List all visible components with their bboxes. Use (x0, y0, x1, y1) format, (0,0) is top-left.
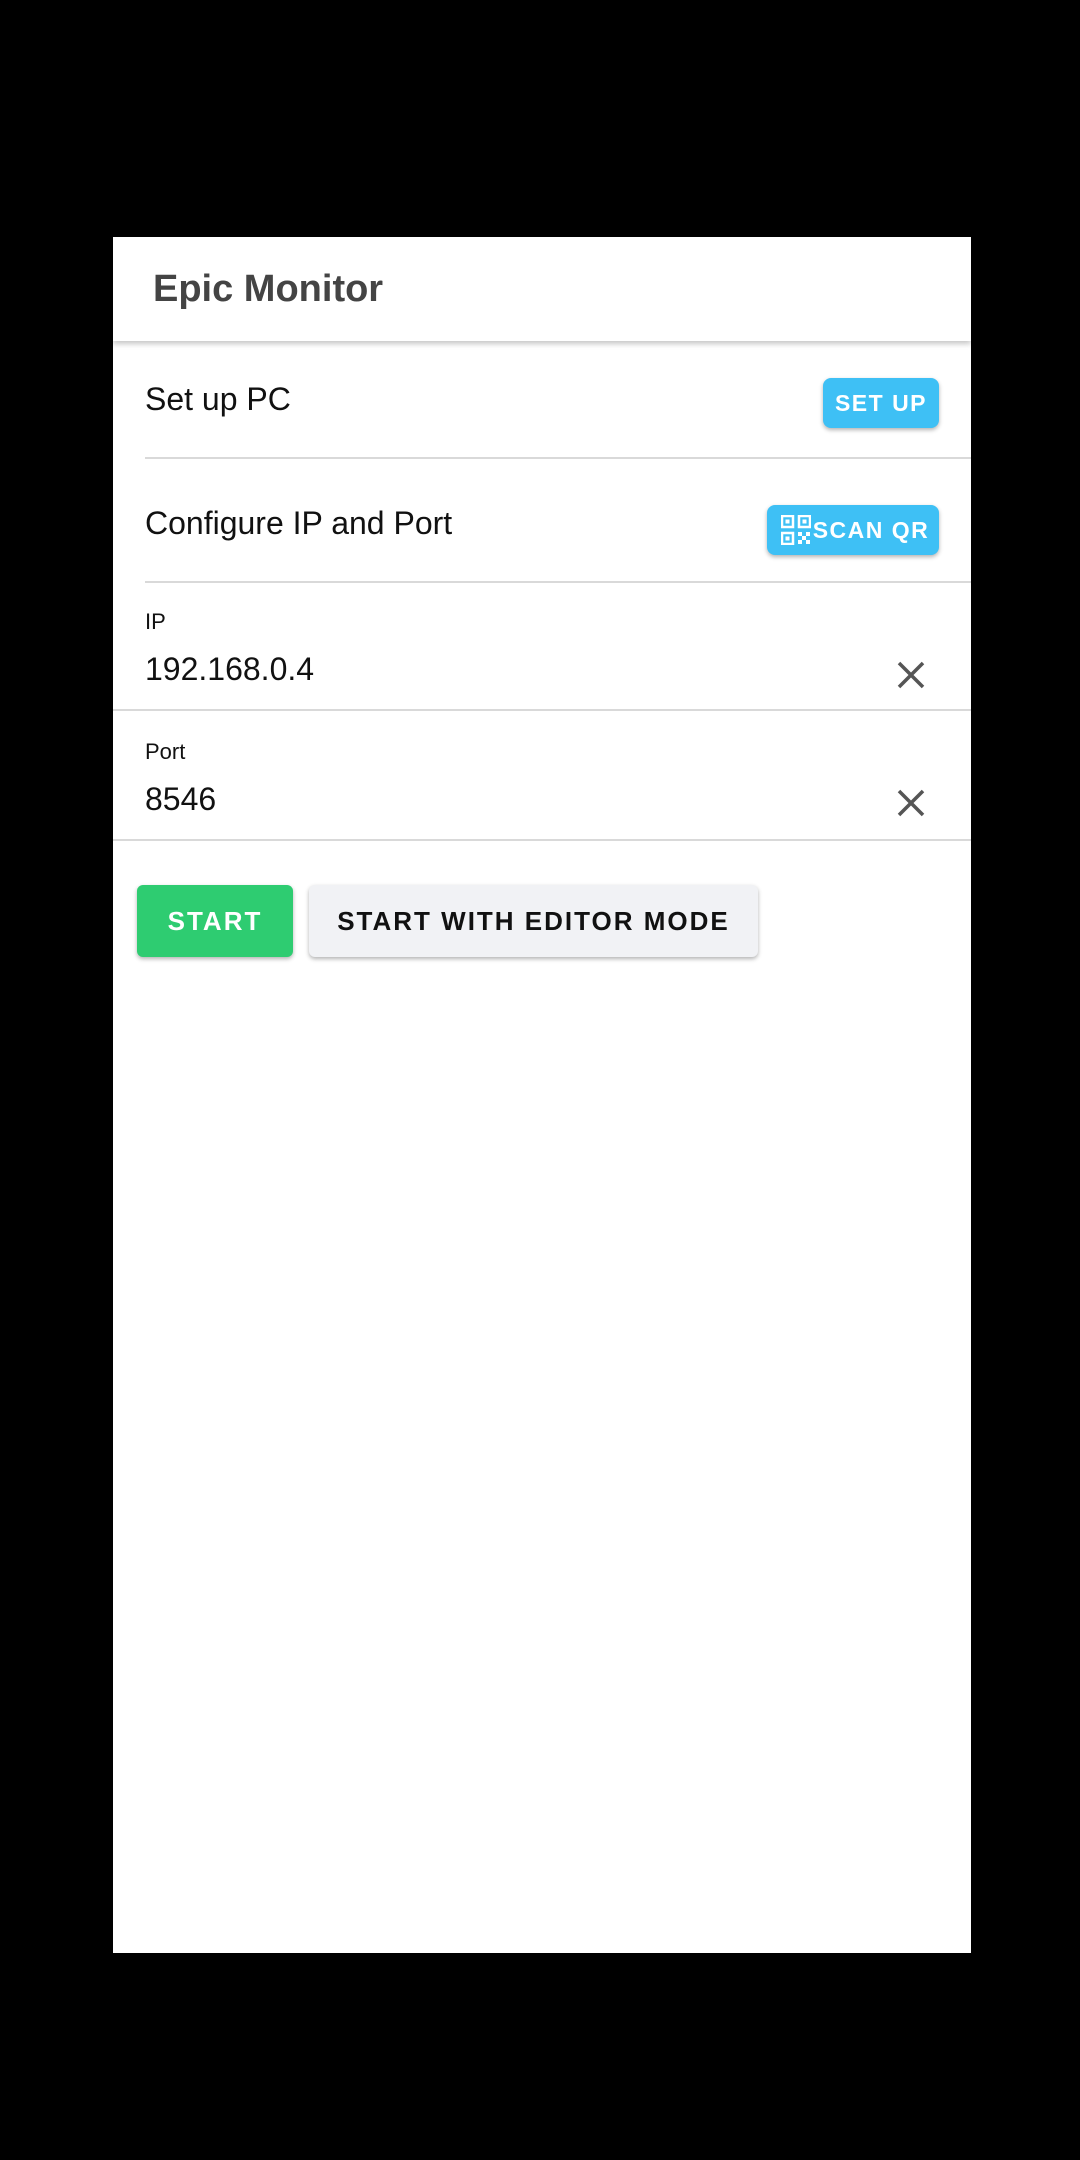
ip-field[interactable]: IP 192.168.0.4 (113, 581, 971, 711)
start-button-label: START (167, 905, 263, 936)
start-editor-mode-label: START WITH EDITOR MODE (337, 905, 730, 936)
start-editor-mode-button[interactable]: START WITH EDITOR MODE (309, 885, 758, 957)
setup-pc-row: Set up PC SET UP (145, 341, 971, 459)
setup-pc-label: Set up PC (145, 381, 291, 417)
app-bar: Epic Monitor (113, 237, 971, 341)
app-screen: Epic Monitor Set up PC SET UP Configure … (113, 237, 971, 1953)
close-icon (897, 661, 925, 689)
ip-field-label: IP (145, 609, 166, 634)
port-field-label: Port (145, 739, 186, 764)
app-title: Epic Monitor (153, 268, 384, 310)
scan-qr-button[interactable]: SCAN QR (767, 505, 939, 555)
scan-qr-button-label: SCAN QR (812, 516, 930, 543)
qr-code-icon (780, 514, 811, 546)
start-button[interactable]: START (137, 885, 293, 957)
close-icon (897, 789, 925, 817)
port-field-value[interactable]: 8546 (145, 781, 216, 818)
setup-button[interactable]: SET UP (823, 378, 939, 428)
ip-clear-button[interactable] (891, 655, 931, 695)
configure-row: Configure IP and Port SCAN QR (145, 457, 971, 583)
configure-label: Configure IP and Port (145, 505, 453, 541)
setup-button-label: SET UP (834, 389, 928, 416)
port-field[interactable]: Port 8546 (113, 711, 971, 841)
ip-field-value[interactable]: 192.168.0.4 (145, 651, 314, 688)
port-clear-button[interactable] (891, 783, 931, 823)
